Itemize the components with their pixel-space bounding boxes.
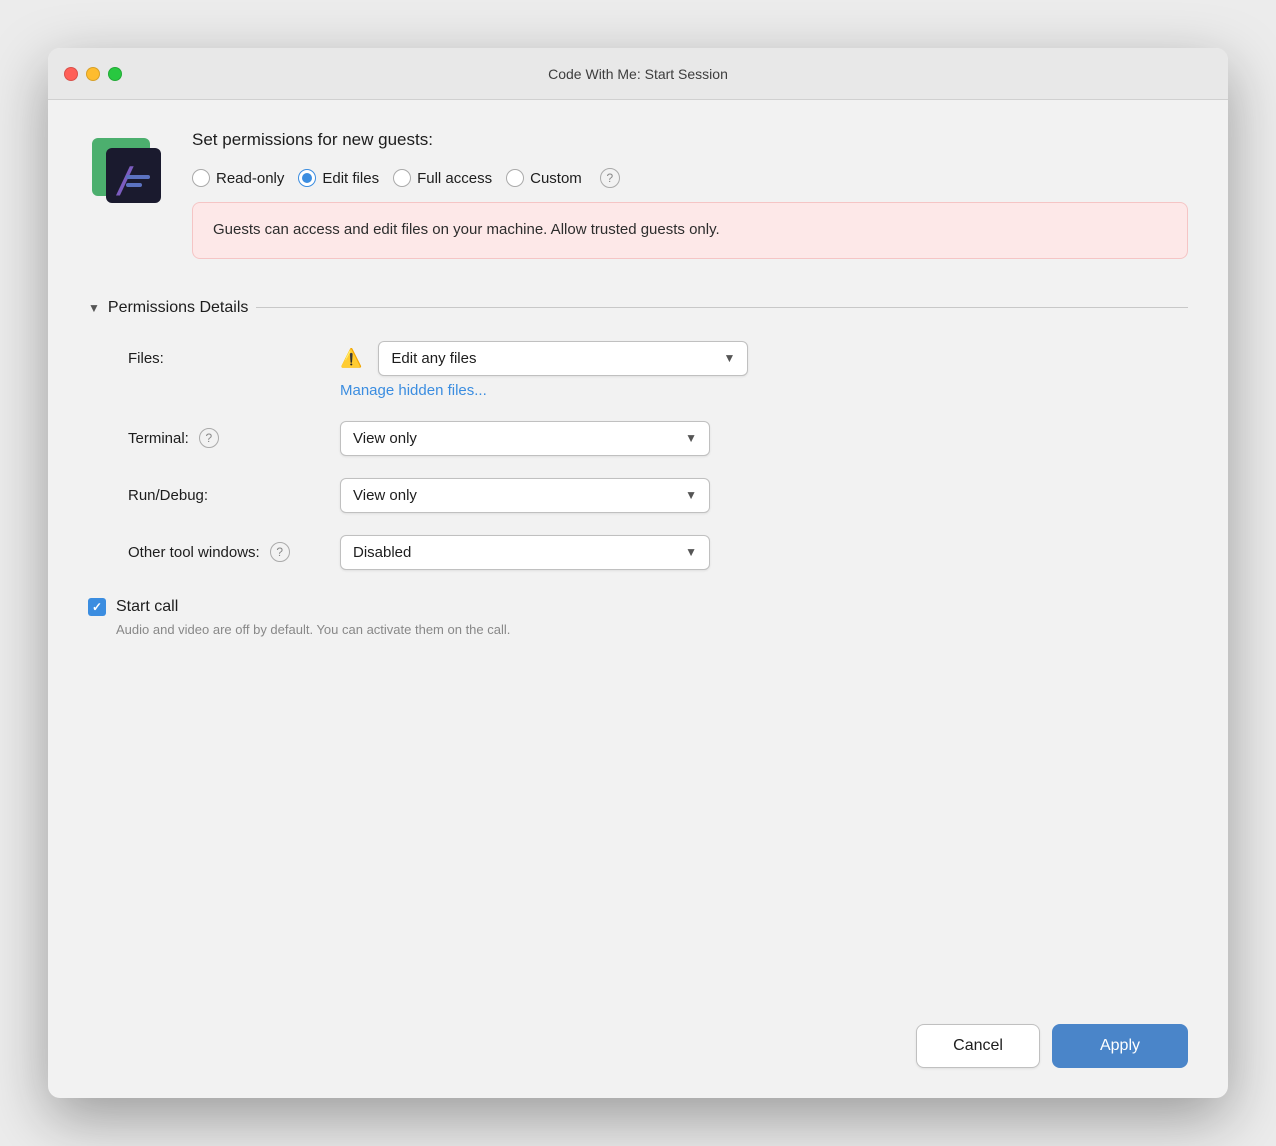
radio-dot [302,173,312,183]
app-icon: / [88,130,168,210]
run-debug-dropdown[interactable]: View only ▼ [340,478,710,513]
terminal-label: Terminal: [128,430,189,447]
terminal-dropdown-value: View only [353,430,417,447]
other-tool-windows-label: Other tool windows: [128,544,260,561]
terminal-help-icon[interactable]: ? [199,428,219,448]
warning-triangle-icon: ⚠️ [340,348,362,369]
bottom-buttons: Cancel Apply [48,1004,1228,1098]
other-tool-windows-row: Other tool windows: ? Disabled ▼ [128,535,1188,570]
apply-button[interactable]: Apply [1052,1024,1188,1068]
files-label: Files: [128,350,328,367]
start-call-section: ✓ Start call Audio and video are off by … [88,598,1188,637]
terminal-dropdown[interactable]: View only ▼ [340,421,710,456]
radio-label-edit-files: Edit files [322,170,379,187]
run-debug-label: Run/Debug: [128,487,328,504]
radio-option-custom[interactable]: Custom [506,169,582,187]
terminal-dropdown-arrow: ▼ [685,431,697,445]
files-dropdown-arrow: ▼ [724,351,736,365]
radio-label-full-access: Full access [417,170,492,187]
radio-option-read-only[interactable]: Read-only [192,169,284,187]
permissions-label: Set permissions for new guests: [192,130,1188,150]
permissions-details-section: ▼ Permissions Details Files: ⚠️ Edit any… [88,299,1188,637]
terminal-row: Terminal: ? View only ▼ [128,421,1188,456]
other-tool-windows-dropdown-arrow: ▼ [685,545,697,559]
files-dropdown-value: Edit any files [391,350,476,367]
radio-edit-files[interactable] [298,169,316,187]
content-area: / Set permissions for new guests: Read-o… [48,100,1228,1004]
radio-label-custom: Custom [530,170,582,187]
radio-custom[interactable] [506,169,524,187]
start-call-checkbox[interactable]: ✓ [88,598,106,616]
svg-text:/: / [114,160,136,201]
run-debug-dropdown-arrow: ▼ [685,488,697,502]
traffic-lights [64,67,122,81]
section-title: Permissions Details [108,299,248,317]
close-button[interactable] [64,67,78,81]
permissions-help-icon[interactable]: ? [600,168,620,188]
maximize-button[interactable] [108,67,122,81]
radio-full-access[interactable] [393,169,411,187]
files-dropdown[interactable]: Edit any files ▼ [378,341,748,376]
warning-text: Guests can access and edit files on your… [213,221,720,238]
minimize-button[interactable] [86,67,100,81]
settings-area: Set permissions for new guests: Read-onl… [192,130,1188,279]
radio-label-read-only: Read-only [216,170,284,187]
other-tool-windows-label-group: Other tool windows: ? [128,542,328,562]
other-tool-windows-dropdown[interactable]: Disabled ▼ [340,535,710,570]
window-title: Code With Me: Start Session [548,66,728,82]
start-call-subtitle: Audio and video are off by default. You … [116,622,1188,637]
radio-option-full-access[interactable]: Full access [393,169,492,187]
top-section: / Set permissions for new guests: Read-o… [88,130,1188,279]
terminal-label-group: Terminal: ? [128,428,328,448]
manage-hidden-files-link[interactable]: Manage hidden files... [340,382,1188,399]
other-tool-windows-help-icon[interactable]: ? [270,542,290,562]
section-header: ▼ Permissions Details [88,299,1188,317]
radio-read-only[interactable] [192,169,210,187]
other-tool-windows-dropdown-value: Disabled [353,544,411,561]
permission-rows: Files: ⚠️ Edit any files ▼ Manage hidden… [88,341,1188,570]
start-call-label: Start call [116,598,178,616]
checkbox-check-icon: ✓ [92,600,102,614]
run-debug-row: Run/Debug: View only ▼ [128,478,1188,513]
radio-group: Read-only Edit files Full access [192,168,1188,188]
warning-box: Guests can access and edit files on your… [192,202,1188,259]
window: Code With Me: Start Session / [48,48,1228,1098]
cancel-button[interactable]: Cancel [916,1024,1040,1068]
files-row: Files: ⚠️ Edit any files ▼ [128,341,1188,376]
section-divider [256,307,1188,308]
radio-option-edit-files[interactable]: Edit files [298,169,379,187]
start-call-row: ✓ Start call [88,598,1188,616]
chevron-down-icon[interactable]: ▼ [88,301,100,315]
run-debug-dropdown-value: View only [353,487,417,504]
files-section: Files: ⚠️ Edit any files ▼ Manage hidden… [128,341,1188,399]
titlebar: Code With Me: Start Session [48,48,1228,100]
